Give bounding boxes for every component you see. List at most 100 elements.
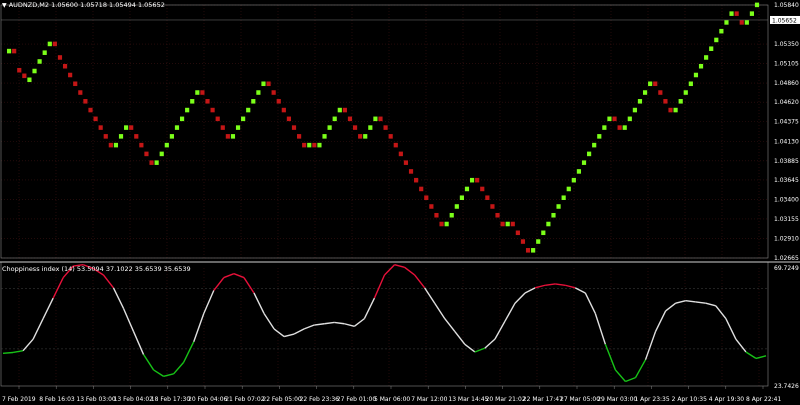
chop-segment (454, 331, 466, 345)
renko-brick (220, 125, 225, 130)
renko-brick (536, 239, 541, 244)
chop-segment (675, 299, 686, 304)
time-tick-label: 5 Mar 06:00 (374, 396, 410, 403)
time-tick-label: 27 Mar 05:00 (560, 396, 600, 403)
renko-brick (475, 177, 480, 183)
chop-segment (705, 302, 716, 307)
renko-brick (134, 134, 139, 139)
time-tick-label: 27 Feb 01:00 (337, 396, 377, 403)
renko-brick (439, 221, 444, 227)
chop-segment (574, 287, 586, 294)
price-tick-label: 1.05350 (774, 41, 799, 48)
time-tick-label: 8 Apr 22:41 (746, 396, 781, 403)
renko-brick (698, 63, 704, 69)
renko-brick (235, 125, 241, 130)
renko-brick (495, 212, 500, 218)
renko-brick (510, 221, 515, 227)
chop-segment (685, 299, 696, 303)
renko-brick (739, 20, 744, 25)
renko-brick (658, 90, 663, 95)
time-tick-label: 22 Feb 23:36 (300, 396, 340, 403)
renko-brick (332, 116, 337, 122)
renko-brick (83, 99, 88, 104)
chop-segment (695, 301, 706, 304)
renko-brick (62, 63, 68, 69)
chop-segment (534, 284, 546, 289)
chop-segment (132, 331, 145, 355)
time-tick-label: 29 Mar 03:00 (597, 396, 637, 403)
chop-segment (363, 297, 376, 319)
price-panel-frame (0, 4, 769, 259)
renko-brick (429, 204, 434, 209)
renko-brick (190, 99, 195, 104)
renko-brick (571, 177, 576, 183)
renko-brick (373, 116, 378, 122)
renko-brick (337, 107, 342, 113)
chop-segment (353, 318, 365, 327)
renko-brick (424, 195, 429, 200)
chop-segment (52, 277, 64, 299)
time-tick-label: 22 Feb 05:00 (262, 396, 302, 403)
indicator-panel-frame (0, 261, 769, 387)
renko-brick (164, 142, 169, 148)
trading-chart-window: 1.05652 1.05840 1.05350 1.05105 1.04860 1.046… (0, 0, 800, 405)
chop-segment (474, 347, 486, 353)
chart-canvas[interactable]: 1.05652 1.05840 1.05350 1.05105 1.04860 1.046… (0, 0, 800, 405)
chop-segment (373, 274, 386, 299)
chop-segment (293, 328, 305, 335)
renko-brick (251, 99, 256, 104)
renko-brick (210, 107, 215, 113)
renko-brick (587, 151, 592, 157)
renko-brick (327, 125, 332, 130)
renko-brick (185, 107, 190, 113)
renko-brick (673, 107, 678, 113)
time-tick-label: 20 Feb 04:06 (188, 396, 228, 403)
price-tick-label: 1.05105 (774, 61, 799, 68)
chop-segment (324, 321, 335, 325)
renko-brick (307, 142, 312, 148)
renko-brick (37, 59, 42, 64)
price-tick-label: 1.04860 (774, 80, 799, 87)
price-tick-label: 1.03155 (774, 216, 799, 223)
renko-brick (98, 125, 103, 130)
price-tick-label: 1.04620 (774, 99, 799, 106)
renko-brick (581, 160, 587, 165)
renko-brick (403, 160, 409, 165)
ohlc-values: 1.05600 1.05718 1.05494 1.05652 (51, 1, 165, 9)
renko-brick (729, 11, 734, 16)
chop-segment (253, 292, 265, 314)
renko-brick (607, 116, 612, 122)
chop-segment (444, 318, 456, 332)
renko-brick (576, 169, 582, 174)
chop-segment (173, 361, 185, 375)
indicator-tick-label: 23.7426 (774, 383, 799, 390)
renko-brick (663, 99, 668, 104)
renko-brick (454, 204, 459, 209)
renko-brick (103, 134, 108, 139)
renko-brick (541, 230, 546, 236)
renko-brick (17, 67, 22, 73)
renko-brick (678, 99, 683, 104)
chop-segment (555, 283, 566, 286)
renko-brick (317, 142, 322, 148)
renko-brick (291, 125, 297, 130)
time-tick-label: 1 Apr 23:35 (634, 396, 669, 403)
renko-brick (7, 48, 12, 54)
renko-brick (358, 134, 363, 139)
time-tick-label: 7 Feb 2019 (2, 396, 36, 403)
renko-brick (449, 212, 454, 218)
renko-brick (688, 81, 693, 87)
renko-brick (271, 90, 276, 95)
renko-brick (592, 142, 597, 148)
renko-brick (419, 186, 424, 192)
chop-segment (434, 302, 446, 320)
renko-brick (734, 11, 739, 16)
renko-brick (693, 72, 699, 78)
renko-brick (57, 55, 63, 60)
renko-brick (368, 125, 373, 130)
renko-brick (47, 41, 52, 47)
renko-brick (73, 81, 78, 87)
chop-segment (112, 287, 125, 309)
renko-brick (724, 20, 729, 25)
renko-brick (32, 68, 37, 74)
